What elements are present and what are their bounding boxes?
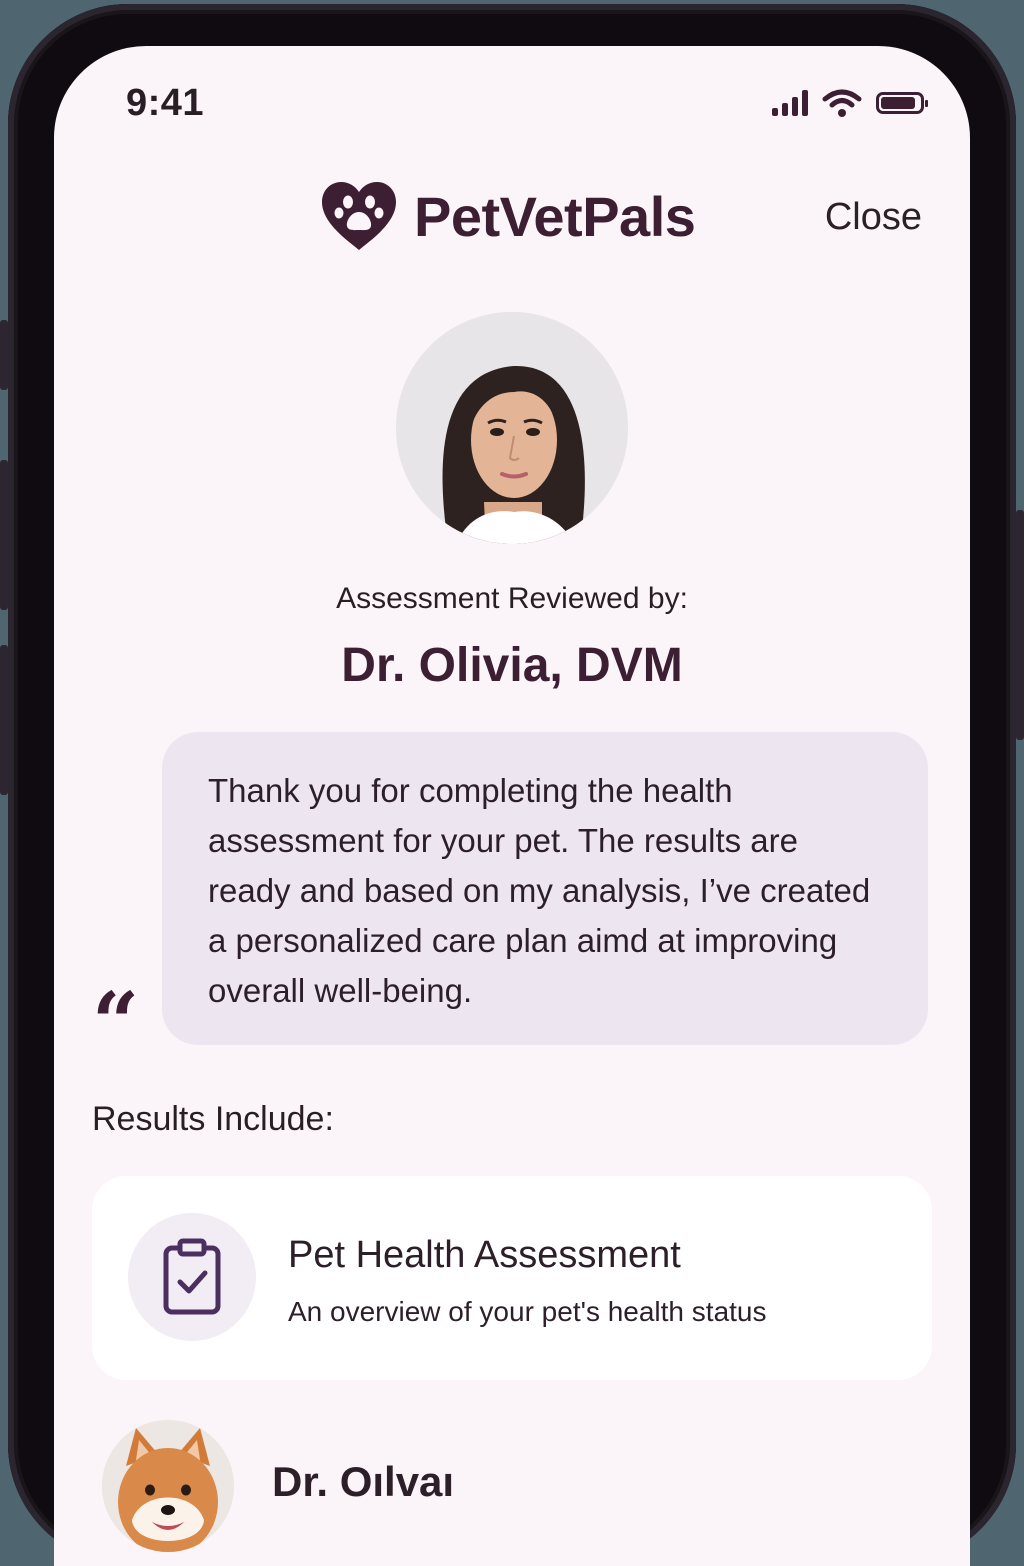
result-item-card[interactable]: Pet Health Assessment An overview of you… — [92, 1176, 932, 1380]
pet-entry-name: Dr. Oılvaı — [272, 1458, 455, 1505]
cellular-signal-icon — [772, 90, 808, 116]
doctor-avatar — [396, 312, 628, 544]
heart-paw-logo-icon — [322, 182, 396, 250]
phone-side-button — [0, 460, 8, 610]
result-item-subtitle: An overview of your pet's health status — [288, 1296, 767, 1327]
close-button[interactable]: Close — [825, 196, 922, 239]
result-item-title: Pet Health Assessment — [288, 1234, 681, 1276]
doctor-name: Dr. Olivia, DVM — [341, 639, 683, 692]
quote-mark-icon: “ — [92, 975, 140, 1071]
wifi-icon — [822, 89, 862, 117]
clipboard-check-icon — [163, 1238, 221, 1315]
phone-side-button — [0, 645, 8, 795]
pet-avatar — [102, 1420, 234, 1552]
doctor-message-bubble: Thank you for completing the health asse… — [162, 732, 928, 1045]
status-time: 9:41 — [126, 82, 205, 124]
pet-list-item[interactable]: Dr. Oılvaı — [102, 1420, 922, 1560]
card-icon-container — [128, 1213, 256, 1341]
phone-side-button — [0, 320, 8, 390]
status-icons — [772, 88, 928, 118]
app-screen: 9:41 PetVetPals Close Assessment Reviewe… — [54, 46, 970, 1566]
results-heading: Results Include: — [92, 1100, 334, 1138]
battery-icon — [876, 92, 928, 114]
reviewed-by-label: Assessment Reviewed by: — [336, 582, 688, 615]
app-brand: PetVetPals — [320, 180, 696, 252]
app-title: PetVetPals — [414, 184, 696, 248]
doctor-message-text: Thank you for completing the health asse… — [208, 772, 871, 1009]
phone-side-button — [1016, 510, 1024, 740]
